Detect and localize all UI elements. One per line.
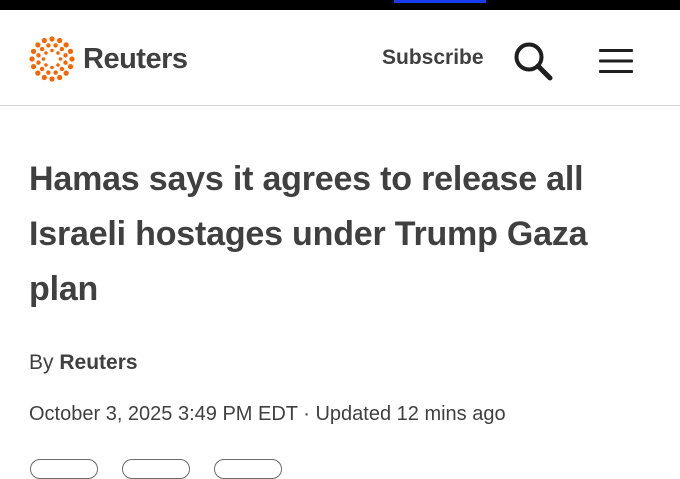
logo-dot (44, 51, 48, 55)
share-button[interactable] (30, 459, 98, 479)
logo-dot (57, 74, 63, 81)
logo-dot (67, 48, 74, 54)
site-header: Reuters Subscribe (0, 10, 680, 106)
logo-dot (63, 53, 68, 58)
logo-dot (39, 66, 45, 72)
search-button[interactable] (512, 40, 554, 82)
logo-dot (30, 48, 37, 54)
logo-dot (63, 60, 68, 65)
reuters-dot-ring-icon (28, 35, 76, 83)
logo-dot (30, 64, 37, 70)
byline-author-link[interactable]: Reuters (59, 351, 137, 374)
logo-dot (63, 42, 69, 48)
logo-wordmark: Reuters (83, 42, 188, 75)
logo-dot (44, 63, 48, 67)
share-button[interactable] (214, 459, 282, 479)
dateline: October 3, 2025 3:49 PM EDT · Updated 12… (29, 401, 506, 427)
logo-dot (49, 36, 55, 42)
logo-dot (67, 64, 74, 70)
logo-dot (56, 63, 60, 67)
logo-dot (59, 66, 65, 72)
logo-dot (57, 37, 63, 44)
logo-dot (50, 65, 54, 70)
logo-dot (46, 70, 51, 75)
logo-dot (36, 53, 41, 58)
byline: By Reuters (29, 349, 138, 377)
share-buttons-row (30, 459, 282, 479)
menu-button[interactable] (598, 48, 634, 74)
subscribe-button[interactable]: Subscribe (382, 46, 484, 70)
reuters-logo[interactable]: Reuters (28, 32, 188, 86)
updated-time: Updated 12 mins ago (315, 403, 506, 425)
logo-dot (53, 43, 58, 48)
share-button[interactable] (122, 459, 190, 479)
search-icon (514, 42, 553, 81)
logo-dot (41, 57, 46, 61)
logo-dot (59, 46, 65, 52)
logo-dot (53, 70, 58, 75)
logo-dot (39, 46, 45, 52)
logo-dot (50, 48, 54, 53)
logo-dot (56, 51, 60, 55)
logo-dot (63, 70, 69, 76)
logo-dot (35, 70, 41, 76)
status-bar-strip (0, 0, 680, 10)
logo-dot (29, 56, 35, 62)
logo-dot (35, 42, 41, 48)
date-separator: · (303, 403, 310, 425)
publish-date: October 3, 2025 3:49 PM EDT (29, 403, 298, 425)
logo-dot (49, 76, 55, 82)
logo-dot (46, 43, 51, 48)
logo-dot (41, 74, 47, 81)
logo-dot (36, 60, 41, 65)
logo-dot (58, 57, 63, 61)
logo-dot (69, 56, 75, 62)
top-accent-bar (394, 0, 486, 3)
hamburger-menu-icon (599, 49, 633, 73)
article-headline: Hamas says it agrees to release all Isra… (29, 160, 588, 308)
byline-prefix: By (29, 351, 54, 374)
logo-dot (41, 37, 47, 44)
